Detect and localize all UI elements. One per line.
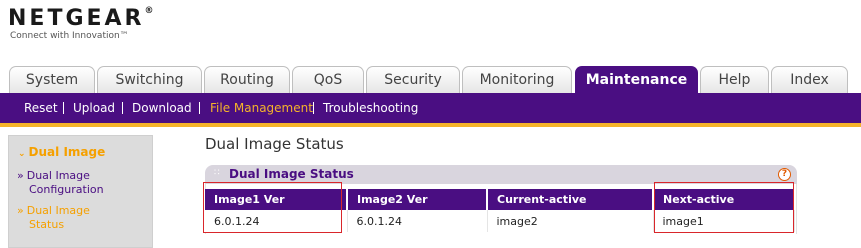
- panel-title: Dual Image Status: [229, 167, 354, 181]
- subnav-troubleshooting[interactable]: Troubleshooting: [323, 101, 418, 115]
- tab-qos[interactable]: QoS: [292, 66, 364, 93]
- left-navigation: ⌄ Dual Image » Dual Image Configuration » D…: [8, 135, 153, 248]
- column-header-image2-ver: Image2 Ver: [347, 189, 488, 210]
- cell-current-active: image2: [487, 210, 654, 232]
- subnav-upload[interactable]: Upload: [73, 101, 115, 115]
- sub-navigation-bar: Reset Upload Download File Management Tr…: [0, 93, 861, 123]
- brand-name: NETGEAR: [8, 6, 145, 31]
- leftnav-item-dual-image-configuration[interactable]: » Dual Image Configuration: [17, 169, 104, 197]
- highlight-box-image1: [203, 182, 342, 233]
- leftnav-item-label: Configuration: [29, 183, 104, 196]
- brand-tagline: Connect with Innovation™: [10, 31, 129, 41]
- leftnav-item-label: Dual Image: [26, 169, 90, 182]
- tab-security[interactable]: Security: [366, 66, 460, 93]
- tab-help[interactable]: Help: [700, 66, 769, 93]
- leftnav-heading-label: Dual Image: [28, 145, 106, 159]
- subnav-divider: [313, 102, 314, 114]
- subnav-file-management[interactable]: File Management: [210, 101, 313, 115]
- subnav-divider: [122, 102, 123, 114]
- registered-mark: ®: [144, 6, 154, 16]
- highlight-box-next-active: [654, 182, 794, 233]
- leftnav-heading-dual-image[interactable]: ⌄ Dual Image: [18, 145, 105, 159]
- netgear-logo: NETGEAR®: [8, 6, 154, 31]
- subnav-reset[interactable]: Reset: [24, 101, 58, 115]
- leftnav-item-dual-image-status[interactable]: » Dual Image Status: [17, 204, 90, 232]
- subnav-download[interactable]: Download: [132, 101, 192, 115]
- subnav-divider: [199, 102, 200, 114]
- cell-image2-ver: 6.0.1.24: [347, 210, 488, 232]
- leftnav-bullet: »: [17, 204, 24, 217]
- subnav-divider: [63, 102, 64, 114]
- column-header-current-active: Current-active: [487, 189, 654, 210]
- accent-divider: [0, 123, 861, 127]
- leftnav-item-label: Dual Image: [26, 204, 90, 217]
- tab-system[interactable]: System: [9, 66, 95, 93]
- tab-maintenance[interactable]: Maintenance: [575, 66, 698, 93]
- main-tab-bar: System Switching Routing QoS Security Mo…: [0, 66, 861, 93]
- tab-routing[interactable]: Routing: [204, 66, 290, 93]
- tab-monitoring[interactable]: Monitoring: [462, 66, 572, 93]
- help-icon[interactable]: ?: [778, 168, 791, 181]
- leftnav-bullet: »: [17, 169, 24, 182]
- page-title: Dual Image Status: [205, 135, 344, 153]
- chevron-down-icon: ⌄: [18, 149, 26, 159]
- tab-switching[interactable]: Switching: [97, 66, 202, 93]
- tab-index[interactable]: Index: [771, 66, 848, 93]
- drag-grip-icon: ∷: [214, 168, 220, 178]
- leftnav-item-label: Status: [29, 218, 65, 231]
